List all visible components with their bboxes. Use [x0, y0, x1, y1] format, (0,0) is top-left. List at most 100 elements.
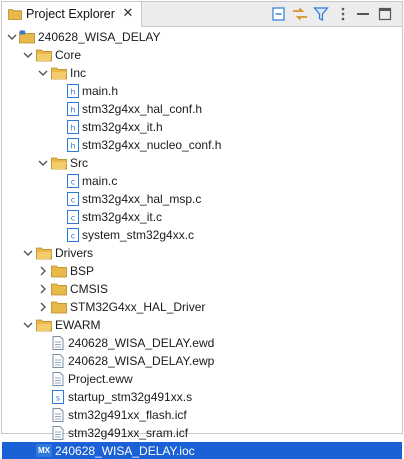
- tab-label: Project Explorer: [26, 7, 115, 21]
- text-file-icon: [52, 354, 64, 368]
- tree-item-label: system_stm32g4xx.c: [82, 228, 195, 242]
- tree-item-label: Core: [55, 48, 82, 62]
- tree-item-label: stm32g491xx_flash.icf: [68, 408, 187, 422]
- tree-item-folder[interactable]: CMSIS: [2, 280, 402, 298]
- folder-open-icon: [36, 319, 52, 332]
- tree-item-label: stm32g4xx_hal_msp.c: [82, 192, 202, 206]
- svg-text:c: c: [71, 232, 75, 241]
- tree-item-src[interactable]: Src: [2, 154, 402, 172]
- tree-item-folder[interactable]: BSP: [2, 262, 402, 280]
- header-file-icon: h: [67, 102, 79, 116]
- folder-icon: [51, 265, 67, 278]
- chevron-right-icon[interactable]: [37, 283, 49, 295]
- chevron-down-icon[interactable]: [6, 31, 18, 43]
- minimize-icon[interactable]: [354, 5, 372, 23]
- tree-item-label: stm32g4xx_it.h: [82, 120, 163, 134]
- tree-item-label: stm32g491xx_sram.icf: [68, 426, 189, 440]
- maximize-icon[interactable]: [376, 5, 394, 23]
- tree-item-core[interactable]: Core: [2, 46, 402, 64]
- tree-item-label: startup_stm32g491xx.s: [68, 390, 193, 404]
- chevron-right-icon[interactable]: [37, 265, 49, 277]
- project-explorer-icon: [8, 9, 22, 20]
- tree-item-label: main.c: [82, 174, 118, 188]
- header-file-icon: h: [67, 120, 79, 134]
- tree-item-file[interactable]: c main.c: [2, 172, 402, 190]
- project-tree: 240628_WISA_DELAY Core Inc h main.h h st…: [2, 27, 402, 459]
- tree-item-label: stm32g4xx_hal_conf.h: [82, 102, 203, 116]
- svg-text:h: h: [70, 142, 75, 151]
- assembly-file-icon: s: [52, 390, 64, 404]
- tree-item-file[interactable]: stm32g491xx_sram.icf: [2, 424, 402, 442]
- svg-text:c: c: [71, 196, 75, 205]
- header-file-icon: h: [67, 84, 79, 98]
- tree-item-file[interactable]: c system_stm32g4xx.c: [2, 226, 402, 244]
- tree-item-label: 240628_WISA_DELAY.ioc: [55, 444, 195, 458]
- ide-project-icon: [19, 30, 35, 44]
- view-tabbar: Project Explorer ✕: [2, 2, 402, 27]
- text-file-icon: [52, 426, 64, 440]
- tab-project-explorer[interactable]: Project Explorer ✕: [2, 2, 142, 27]
- chevron-down-icon[interactable]: [37, 157, 49, 169]
- svg-text:c: c: [71, 178, 75, 187]
- tree-item-label: main.h: [82, 84, 119, 98]
- tree-item-label: stm32g4xx_it.c: [82, 210, 163, 224]
- tree-item-label: CMSIS: [70, 282, 109, 296]
- svg-text:s: s: [56, 394, 60, 403]
- folder-open-icon: [36, 49, 52, 62]
- folder-open-icon: [51, 157, 67, 170]
- svg-text:c: c: [71, 214, 75, 223]
- chevron-right-icon[interactable]: [37, 301, 49, 313]
- c-source-file-icon: c: [67, 174, 79, 188]
- svg-text:h: h: [70, 106, 75, 115]
- chevron-down-icon[interactable]: [37, 67, 49, 79]
- tree-item-file[interactable]: 240628_WISA_DELAY.ewp: [2, 352, 402, 370]
- tree-item-file[interactable]: 240628_WISA_DELAY.ewd: [2, 334, 402, 352]
- tree-item-file[interactable]: c stm32g4xx_hal_msp.c: [2, 190, 402, 208]
- folder-open-icon: [36, 247, 52, 260]
- stm32cubemx-icon: MX: [36, 444, 52, 457]
- c-source-file-icon: c: [67, 228, 79, 242]
- tree-item-label: BSP: [70, 264, 95, 278]
- tree-item-label: 240628_WISA_DELAY.ewd: [68, 336, 215, 350]
- tree-item-file[interactable]: h main.h: [2, 82, 402, 100]
- tree-item-file[interactable]: s startup_stm32g491xx.s: [2, 388, 402, 406]
- tree-item-drivers[interactable]: Drivers: [2, 244, 402, 262]
- tree-item-inc[interactable]: Inc: [2, 64, 402, 82]
- tree-item-file[interactable]: h stm32g4xx_nucleo_conf.h: [2, 136, 402, 154]
- filter-icon[interactable]: [312, 5, 330, 23]
- tree-item-label: Drivers: [55, 246, 93, 260]
- tree-item-file[interactable]: stm32g491xx_flash.icf: [2, 406, 402, 424]
- tree-item-label: Project.eww: [68, 372, 133, 386]
- chevron-down-icon[interactable]: [22, 49, 34, 61]
- tree-item-folder[interactable]: STM32G4xx_HAL_Driver: [2, 298, 402, 316]
- tree-item-file[interactable]: h stm32g4xx_it.h: [2, 118, 402, 136]
- svg-text:h: h: [70, 88, 75, 97]
- folder-icon: [51, 301, 67, 314]
- tree-item-file[interactable]: Project.eww: [2, 370, 402, 388]
- collapse-all-icon[interactable]: [270, 5, 288, 23]
- view-menu-icon[interactable]: [334, 5, 352, 23]
- tree-item-file[interactable]: c stm32g4xx_it.c: [2, 208, 402, 226]
- tree-item-file[interactable]: h stm32g4xx_hal_conf.h: [2, 100, 402, 118]
- tree-item-label: Inc: [70, 66, 87, 80]
- tree-item-label: Src: [70, 156, 88, 170]
- close-icon[interactable]: ✕: [121, 6, 135, 20]
- text-file-icon: [52, 408, 64, 422]
- link-with-editor-icon[interactable]: [291, 5, 309, 23]
- tree-item-label: 240628_WISA_DELAY.ewp: [68, 354, 215, 368]
- tree-item-project[interactable]: 240628_WISA_DELAY: [2, 28, 402, 46]
- tree-item-label: STM32G4xx_HAL_Driver: [70, 300, 206, 314]
- text-file-icon: [52, 336, 64, 350]
- folder-icon: [51, 283, 67, 296]
- tree-item-ioc-selected[interactable]: MX 240628_WISA_DELAY.ioc: [2, 442, 402, 459]
- folder-open-icon: [51, 67, 67, 80]
- project-explorer-panel: Project Explorer ✕ 240628_WISA_DELAY Cor…: [1, 1, 403, 459]
- c-source-file-icon: c: [67, 192, 79, 206]
- tree-item-ewarm[interactable]: EWARM: [2, 316, 402, 334]
- header-file-icon: h: [67, 138, 79, 152]
- tree-item-label: EWARM: [55, 318, 101, 332]
- chevron-down-icon[interactable]: [22, 319, 34, 331]
- svg-text:h: h: [70, 124, 75, 133]
- chevron-down-icon[interactable]: [22, 247, 34, 259]
- c-source-file-icon: c: [67, 210, 79, 224]
